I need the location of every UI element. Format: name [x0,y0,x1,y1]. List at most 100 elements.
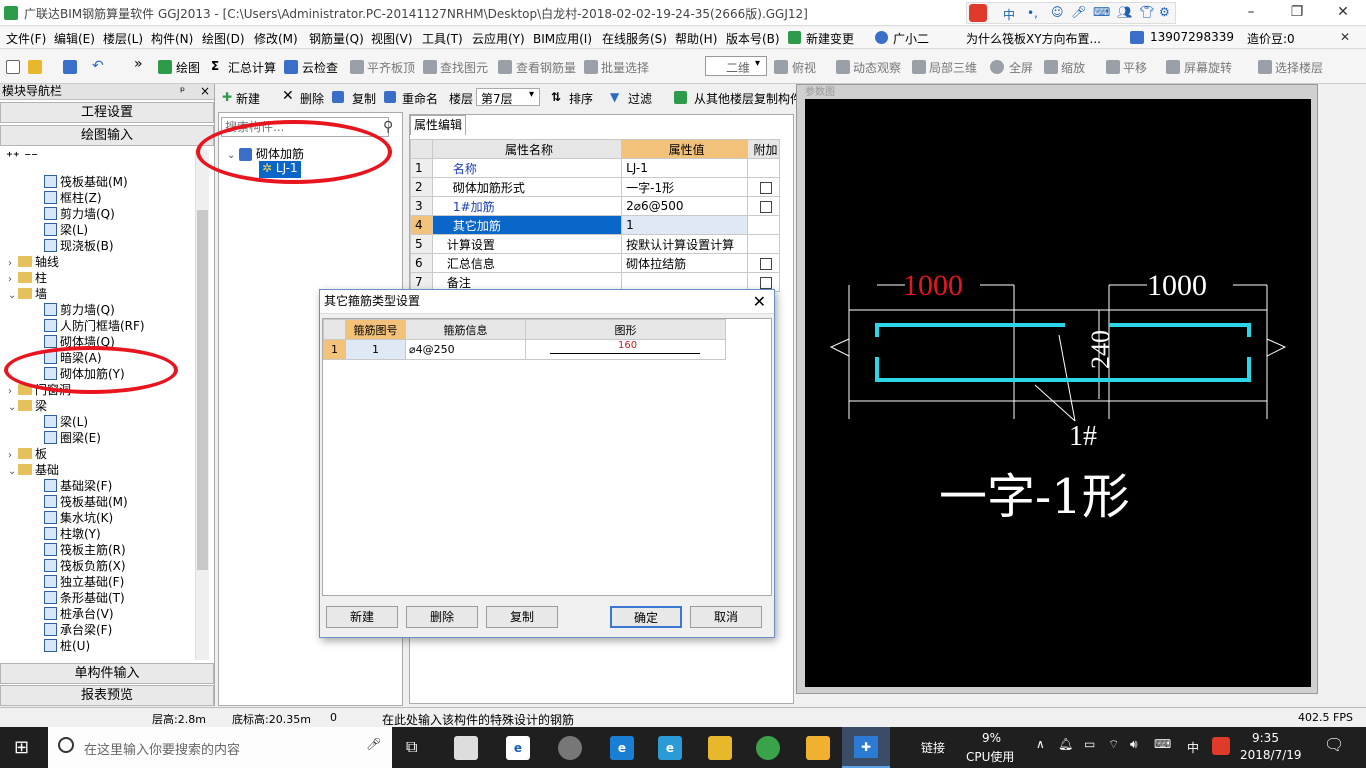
user-phone[interactable]: 13907298339 [1150,30,1234,44]
menu-bim[interactable]: BIM应用(I) [533,30,592,47]
explorer-icon[interactable] [708,736,732,760]
menu-floor[interactable]: 楼层(L) [103,30,143,47]
menu-edit[interactable]: 编辑(E) [54,30,95,47]
tree-item[interactable]: 筏板主筋(R) [44,542,126,558]
tree-item[interactable]: 集水坑(K) [44,510,113,526]
menu-component[interactable]: 构件(N) [151,30,193,47]
menu-view[interactable]: 视图(V) [371,30,413,47]
new-file-icon[interactable] [6,60,20,74]
sum-button[interactable]: 汇总计算 [228,59,276,76]
extra-checkbox[interactable] [759,257,772,270]
batch-select-button[interactable]: 批量选择 [601,59,649,76]
minimize-button[interactable]: – [1228,0,1274,26]
dialog-ok-button[interactable]: 确定 [610,606,682,628]
tray-keyboard-icon[interactable]: ⌨ [1154,737,1171,751]
tray-wifi-icon[interactable]: ⌔ [1108,737,1119,752]
sort-button[interactable]: 排序 [569,90,593,107]
view-mode-select[interactable]: 二维 ▾ [705,56,767,76]
scrollbar-thumb[interactable] [197,210,208,570]
ime-keyboard-icon[interactable]: ⌨ [1093,5,1110,19]
open-file-icon[interactable] [28,60,42,74]
property-row[interactable]: 4 其它加筋 1 [410,215,780,235]
property-value-cell[interactable]: 1 [621,215,749,235]
draw-input-button[interactable]: 绘图输入 [0,125,214,146]
tree-item[interactable]: 基础梁(F) [44,478,112,494]
cloud-check-button[interactable]: 云检查 [302,59,338,76]
360-icon[interactable] [756,736,780,760]
ime-skin-icon[interactable]: 👕︎ [1139,5,1154,19]
report-preview-button[interactable]: 报表预览 [0,685,214,706]
menu-file[interactable]: 文件(F) [6,30,46,47]
property-value-cell[interactable]: 一字-1形 [621,177,749,197]
tree-item[interactable]: 承台梁(F) [44,622,112,638]
tree-item[interactable]: 筏板负筋(X) [44,558,126,574]
undo-icon[interactable]: ↶ [92,58,104,74]
tree-folder[interactable]: ⌄ 墙 [8,286,47,302]
filter-button[interactable]: 过滤 [628,90,652,107]
draw-button[interactable]: 绘图 [176,59,200,76]
ime-settings-icon[interactable]: ⚙ [1159,5,1170,19]
menu-online[interactable]: 在线服务(S) [602,30,667,47]
ime-emoji-icon[interactable]: ☺ [1051,5,1064,19]
property-value-cell[interactable]: 按默认计算设置计算 [621,234,749,254]
property-row[interactable]: 1 名称 LJ-1 [410,158,780,178]
property-row[interactable]: 2 砌体加筋形式 一字-1形 [410,177,780,197]
tree-item[interactable]: 剪力墙(Q) [44,206,115,222]
expand-all-icon[interactable]: ⁺⁺ ⁻⁻ [6,150,38,165]
tree-folder[interactable]: › 柱 [8,270,47,286]
zoom-button[interactable]: 缩放 [1061,59,1085,76]
tree-scrollbar[interactable] [195,150,209,660]
tree-item[interactable]: 人防门框墙(RF) [44,318,145,334]
menu-new-change[interactable]: 新建变更 [806,30,854,47]
tray-volume-icon[interactable]: 🔊︎ [1130,737,1138,752]
pan-button[interactable]: 平移 [1123,59,1147,76]
menu-version[interactable]: 版本号(B) [726,30,780,47]
edge-icon[interactable]: e [610,736,634,760]
dialog-cancel-button[interactable]: 取消 [690,606,762,628]
tray-chevron-icon[interactable]: ∧ [1036,737,1045,751]
view-rebar-button[interactable]: 查看钢筋量 [516,59,576,76]
mic-icon[interactable]: 🎤︎ [366,737,381,751]
dialog-close-icon[interactable]: ✕ [753,291,766,313]
search-icon[interactable]: ⚲ [383,119,393,135]
copy-component-button[interactable]: 复制 [352,90,376,107]
expander-icon[interactable]: ⌄ [8,288,18,304]
tray-battery-icon[interactable]: ▭ [1084,737,1095,751]
menu-draw[interactable]: 绘图(D) [202,30,245,47]
property-value-cell[interactable]: 砌体拉结筋 [621,253,749,273]
menu-cloud[interactable]: 云应用(Y) [472,30,525,47]
ime-mic-icon[interactable]: 🎤︎ [1071,5,1086,19]
dynamic-button[interactable]: 动态观察 [853,59,901,76]
ad-link[interactable]: 为什么筏板XY方向布置... [966,30,1101,47]
stirrup-row-info[interactable]: ⌀4@250 [405,339,526,360]
tree-folder[interactable]: ⌄ 基础 [8,462,59,478]
copy-from-floor-button[interactable]: 从其他楼层复制构件 [694,90,802,107]
tree-item[interactable]: 条形基础(T) [44,590,125,606]
fan-app-icon[interactable] [454,736,478,760]
dialog-new-button[interactable]: 新建 [326,606,398,628]
tree-item[interactable]: 桩(U) [44,638,90,654]
tree-folder[interactable]: ⌄ 梁 [8,398,47,414]
tree-item[interactable]: 筏板基础(M) [44,174,128,190]
tree-item[interactable]: 梁(L) [44,222,88,238]
extra-checkbox[interactable] [759,181,772,194]
property-value-cell[interactable]: 2⌀6@500 [621,196,749,216]
property-row[interactable]: 5 计算设置 按默认计算设置计算 [410,234,780,254]
restore-button[interactable]: ❐ [1274,0,1320,26]
task-view-icon[interactable]: ⧉ [406,737,417,757]
top-view-button[interactable]: 俯视 [792,59,816,76]
clock-time[interactable]: 9:35 [1252,731,1279,745]
clock-date[interactable]: 2018/7/19 [1240,748,1302,762]
local3d-button[interactable]: 局部三维 [929,59,977,76]
tree-item[interactable]: 现浇板(B) [44,238,114,254]
ie-icon[interactable]: e [506,736,530,760]
tree-item[interactable]: 筏板基础(M) [44,494,128,510]
floor-select[interactable]: 第7层 ▾ [476,88,540,106]
stirrup-row-shape[interactable]: 160 [525,339,726,360]
browser-icon[interactable] [558,736,582,760]
rename-button[interactable]: 重命名 [402,90,438,107]
rotate-button[interactable]: 屏幕旋转 [1184,59,1232,76]
close-nav-icon[interactable]: × [200,84,210,99]
menu-tools[interactable]: 工具(T) [422,30,463,47]
ime-mode[interactable]: 中 [1003,6,1015,23]
